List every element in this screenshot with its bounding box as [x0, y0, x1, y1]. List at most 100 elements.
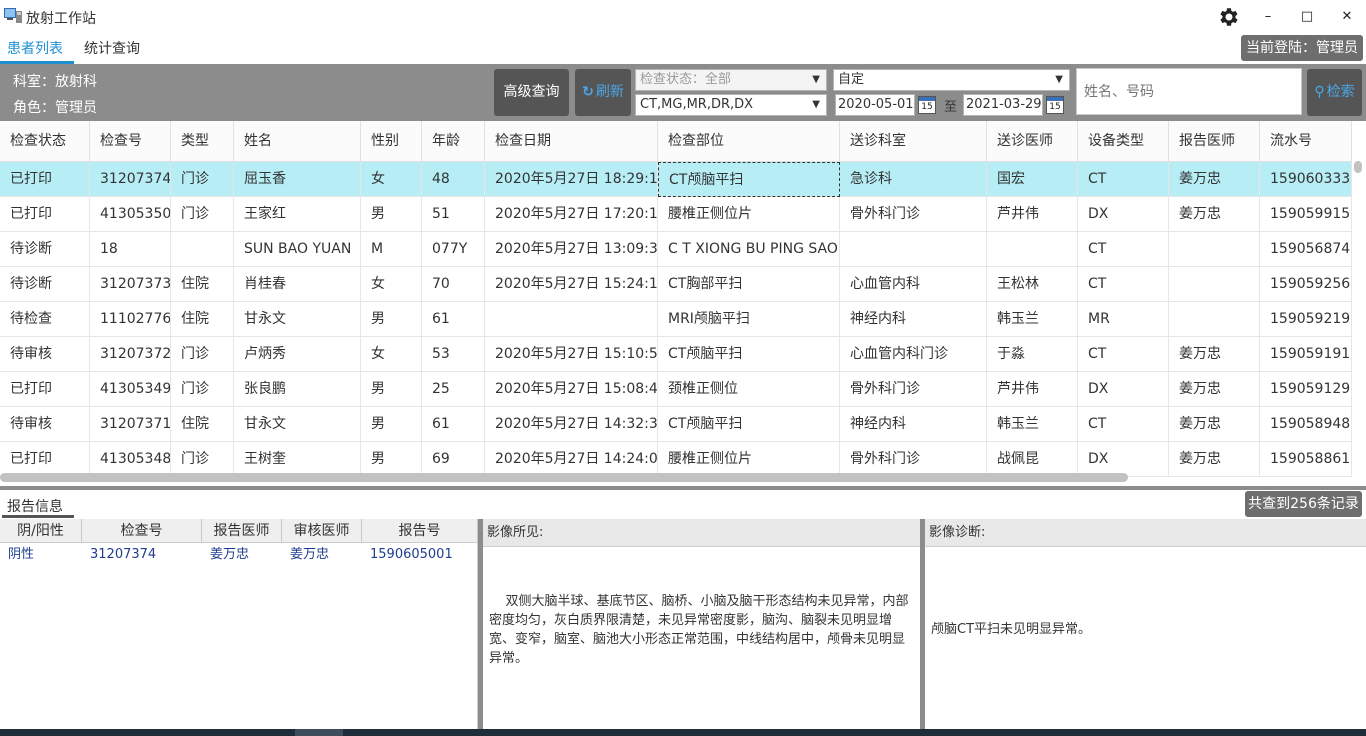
date-from-field[interactable]: 2020-05-01 — [835, 94, 915, 116]
column-header-modality[interactable]: 设备类型 — [1078, 121, 1169, 162]
cell-age: 077Y — [422, 232, 485, 267]
cell-report-doctor: 姜万忠 — [1169, 197, 1260, 232]
cell-body-part: C T XIONG BU PING SAO — [658, 232, 840, 267]
cell-name: 卢炳秀 — [234, 337, 361, 372]
calendar-icon[interactable]: 15 — [1046, 96, 1064, 114]
cell-age: 69 — [422, 442, 485, 477]
report-table-header: 阴/阳性 检查号 报告医师 审核医师 报告号 — [0, 519, 478, 543]
cell-name: 甘永文 — [234, 407, 361, 442]
column-header-name[interactable]: 姓名 — [234, 121, 361, 162]
cell-status: 待诊断 — [0, 232, 90, 267]
column-header-exam-no[interactable]: 检查号 — [90, 121, 171, 162]
cell-modality: DX — [1078, 442, 1169, 477]
column-header-type[interactable]: 类型 — [171, 121, 234, 162]
cell-report-doctor — [1169, 232, 1260, 267]
table-row[interactable]: 待审核 31207371 住院 甘永文男 61 2020年5月27日 14:32:32 CT… — [0, 407, 1352, 442]
search-input[interactable] — [1076, 68, 1302, 115]
column-header-dept[interactable]: 送诊科室 — [840, 121, 987, 162]
minimize-icon[interactable]: – — [1255, 4, 1281, 30]
cell-exam-no: 31207371 — [90, 407, 171, 442]
cell-status: 已打印 — [0, 162, 90, 197]
table-row[interactable]: 待检查 11102776 住院 甘永文男 61 MRI颅脑平扫 神经内科 韩玉兰 MR 15905… — [0, 302, 1352, 337]
cell-body-part: CT颅脑平扫 — [658, 162, 840, 197]
findings-panel: 影像所见: 双侧大脑半球、基底节区、脑桥、小脑及脑干形态结构未见异常，内部密度均… — [483, 519, 920, 729]
findings-title: 影像所见: — [483, 519, 920, 547]
cell-exam-date — [485, 302, 658, 337]
main-tabs: 患者列表 统计查询 — [0, 34, 1366, 62]
cell-status: 待审核 — [0, 407, 90, 442]
table-row[interactable]: 待诊断 31207373 住院 肖桂春女 70 2020年5月27日 15:24:16 CT… — [0, 267, 1352, 302]
advanced-query-button[interactable]: 高级查询 — [494, 69, 569, 116]
maximize-icon[interactable]: □ — [1294, 4, 1320, 30]
tab-patient-list[interactable]: 患者列表 — [7, 38, 63, 58]
report-row[interactable]: 阴性 31207374 姜万忠 姜万忠 1590605001 — [0, 544, 478, 566]
cell-sex: 男 — [361, 372, 422, 407]
cell-modality: DX — [1078, 372, 1169, 407]
date-to-field[interactable]: 2021-03-29 — [963, 94, 1043, 116]
column-header-sex[interactable]: 性别 — [361, 121, 422, 162]
splitter[interactable] — [0, 486, 1366, 490]
report-column-header-review-doctor[interactable]: 审核医师 — [282, 519, 362, 543]
report-column-header-report-doctor[interactable]: 报告医师 — [202, 519, 282, 543]
table-row[interactable]: 待诊断 18 SUN BAO YUAN M 077Y 2020年5月27日 13:09:3… — [0, 232, 1352, 267]
column-header-serial-no[interactable]: 流水号 — [1260, 121, 1352, 162]
column-header-age[interactable]: 年龄 — [422, 121, 485, 162]
window-title: 放射工作站 — [26, 11, 96, 27]
cell-body-part: CT颅脑平扫 — [658, 337, 840, 372]
gear-icon[interactable] — [1216, 5, 1240, 29]
cell-type: 门诊 — [171, 162, 234, 197]
modality-select[interactable]: CT,MG,MR,DR,DX ▼ — [635, 94, 827, 116]
cell-serial-no: 1590591918 — [1260, 337, 1352, 372]
cell-sex: 男 — [361, 302, 422, 337]
column-header-exam-date[interactable]: 检查日期 — [485, 121, 658, 162]
search-button[interactable]: ⚲ 检索 — [1307, 69, 1362, 116]
report-column-header-report-no[interactable]: 报告号 — [362, 519, 478, 543]
taskbar-item[interactable] — [295, 729, 343, 736]
vertical-scrollbar[interactable] — [1354, 161, 1362, 173]
date-range-mode-value: 自定 — [838, 72, 865, 87]
cell-report-doctor: 姜万忠 — [1169, 442, 1260, 477]
report-cell-exam-no: 31207374 — [90, 547, 157, 562]
cell-serial-no: 1590592196 — [1260, 302, 1352, 337]
department-label: 科室：放射科 — [13, 74, 97, 90]
cell-doctor: 芦井伟 — [987, 197, 1078, 232]
table-row[interactable]: 已打印 31207374 门诊 屈玉香女 48 2020年5月27日 18:29:13 CT… — [0, 162, 1352, 197]
cell-type: 住院 — [171, 302, 234, 337]
cell-exam-date: 2020年5月27日 13:09:38 — [485, 232, 658, 267]
refresh-button[interactable]: ↻ 刷新 — [575, 69, 631, 116]
table-row[interactable]: 待审核 31207372 门诊 卢炳秀女 53 2020年5月27日 15:10:51 CT… — [0, 337, 1352, 372]
taskbar — [0, 729, 1366, 736]
exam-status-select[interactable]: 检查状态：全部 ▼ — [635, 69, 827, 91]
column-header-doctor[interactable]: 送诊医师 — [987, 121, 1078, 162]
date-range-mode-select[interactable]: 自定 ▼ — [833, 69, 1070, 91]
close-icon[interactable]: ✕ — [1334, 4, 1360, 30]
cell-type: 门诊 — [171, 372, 234, 407]
report-cell-polarity: 阴性 — [8, 547, 35, 562]
findings-text: 双侧大脑半球、基底节区、脑桥、小脑及脑干形态结构未见异常，内部密度均匀，灰白质界… — [489, 594, 909, 666]
cell-status: 已打印 — [0, 442, 90, 477]
cell-age: 61 — [422, 302, 485, 337]
column-header-report-doctor[interactable]: 报告医师 — [1169, 121, 1260, 162]
cell-body-part: 腰椎正侧位片 — [658, 197, 840, 232]
tab-statistics[interactable]: 统计查询 — [84, 38, 140, 58]
cell-report-doctor: 姜万忠 — [1169, 372, 1260, 407]
role-label: 角色：管理员 — [13, 100, 97, 116]
horizontal-scrollbar[interactable] — [0, 473, 1128, 482]
tab-report-info[interactable]: 报告信息 — [7, 496, 63, 516]
table-row[interactable]: 已打印 41305350 门诊 王家红男 51 2020年5月27日 17:20:10 腰椎… — [0, 197, 1352, 232]
cell-exam-no: 31207374 — [90, 162, 171, 197]
search-icon: ⚲ — [1314, 84, 1325, 100]
cell-sex: 男 — [361, 407, 422, 442]
table-row[interactable]: 已打印 41305349 门诊 张良鹏男 25 2020年5月27日 15:08:46 颈椎… — [0, 372, 1352, 407]
table-row[interactable]: 已打印 41305348 门诊 王树奎男 69 2020年5月27日 14:24:03 腰椎… — [0, 442, 1352, 477]
cell-serial-no: 1590588616 — [1260, 442, 1352, 477]
app-icon — [4, 8, 22, 23]
report-cell-report-no: 1590605001 — [370, 547, 453, 562]
calendar-icon[interactable]: 15 — [918, 96, 936, 114]
column-header-status[interactable]: 检查状态 — [0, 121, 90, 162]
column-header-body-part[interactable]: 检查部位 — [658, 121, 840, 162]
cell-modality: CT — [1078, 407, 1169, 442]
cell-exam-no: 41305350 — [90, 197, 171, 232]
report-column-header-polarity[interactable]: 阴/阳性 — [0, 519, 82, 543]
report-column-header-exam-no[interactable]: 检查号 — [82, 519, 202, 543]
